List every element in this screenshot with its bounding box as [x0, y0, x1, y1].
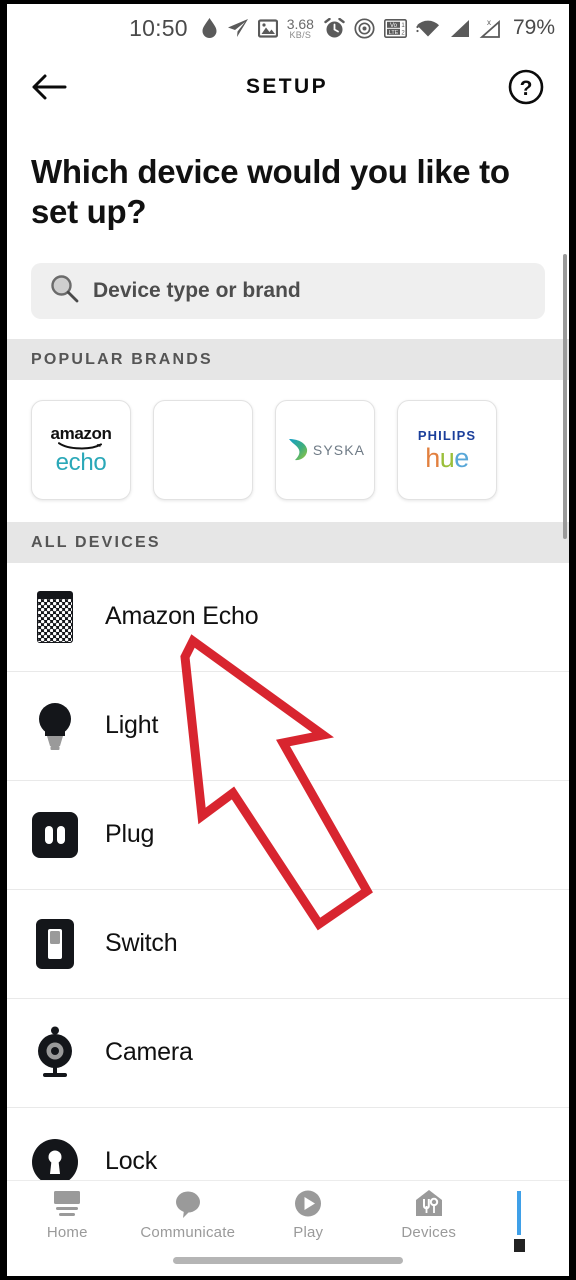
app-header: SETUP ? [7, 52, 569, 122]
brand-card-philips-hue[interactable]: PHILIPS hue [397, 399, 497, 500]
device-list: Amazon Echo Light Plug Switch Camera Loc… [7, 562, 569, 1217]
headline-text: Which device would you like to set up? [31, 153, 510, 231]
svg-text:LTE: LTE [389, 29, 399, 35]
vertical-scrollbar[interactable] [563, 254, 567, 539]
blue-cursor-line [517, 1191, 521, 1235]
speech-bubble-icon [175, 1191, 200, 1218]
hue-wordmark: hue [425, 442, 469, 473]
device-row-switch[interactable]: Switch [7, 890, 569, 999]
all-devices-header: ALL DEVICES [7, 521, 569, 563]
wall-switch-icon [31, 918, 79, 970]
volte-icon: Vo LTE 1 2 [383, 18, 407, 38]
battery-percentage: 79% [512, 16, 555, 39]
nav-item-play[interactable]: Play [248, 1189, 369, 1241]
echo-speaker-icon [31, 590, 79, 643]
brand-card-syska[interactable]: SYSKA [275, 399, 375, 500]
device-row-light[interactable]: Light [7, 672, 569, 781]
nav-item-communicate[interactable]: Communicate [128, 1189, 249, 1241]
status-bar: 10:50 3.68 KB/S Vo LTE 1 2 x 79% [7, 4, 569, 52]
home-icon [54, 1191, 81, 1216]
nav-label: Home [46, 1224, 88, 1241]
telegram-send-icon [227, 18, 249, 38]
nav-label: Communicate [140, 1224, 236, 1241]
bottom-navigation: Home Communicate Play Devices [7, 1180, 569, 1276]
data-speed-indicator: 3.68 KB/S [287, 17, 314, 40]
image-icon [257, 18, 278, 38]
svg-text:Vo: Vo [390, 22, 398, 28]
light-bulb-icon [31, 700, 79, 752]
device-label: Lock [105, 1147, 158, 1175]
popular-brands-header: POPULAR BRANDS [7, 338, 569, 380]
help-question-icon[interactable]: ? [507, 68, 545, 106]
phone-screen: 10:50 3.68 KB/S Vo LTE 1 2 x 79% SETUP ?… [0, 0, 576, 1280]
search-magnifier-icon [49, 273, 79, 308]
camera-icon [31, 1026, 79, 1079]
alarm-clock-icon [324, 17, 345, 39]
small-badge-indicator [514, 1239, 525, 1252]
svg-text:x: x [487, 18, 491, 27]
svg-text:2: 2 [401, 30, 405, 36]
hotspot-icon [354, 17, 375, 39]
page-title: SETUP [245, 75, 328, 98]
popular-brands-row: amazon echo SYSKA PHILIPS hue [7, 379, 569, 522]
nav-label: Play [293, 1224, 324, 1241]
gesture-home-bar[interactable] [173, 1257, 403, 1264]
nav-item-home[interactable]: Home [7, 1189, 128, 1241]
search-section: Device type or brand [7, 237, 569, 339]
devices-house-icon [415, 1190, 442, 1216]
nav-item-devices[interactable]: Devices [369, 1189, 490, 1241]
data-speed-unit: KB/S [289, 29, 312, 40]
device-row-camera[interactable]: Camera [7, 999, 569, 1108]
syska-logo-icon [288, 438, 308, 460]
echo-wordmark: echo [55, 448, 107, 476]
water-drop-icon [201, 17, 218, 39]
device-row-plug[interactable]: Plug [7, 781, 569, 890]
philips-wordmark: PHILIPS [417, 427, 477, 443]
play-circle-icon [295, 1190, 322, 1217]
device-label: Amazon Echo [105, 602, 259, 630]
device-label: Plug [105, 820, 155, 848]
wifi-icon [416, 19, 440, 38]
back-arrow-icon[interactable] [31, 72, 67, 102]
signal-no-service-icon: x [479, 18, 502, 39]
plug-outlet-icon [31, 809, 79, 861]
syska-wordmark: SYSKA [312, 441, 366, 458]
nav-label: Devices [401, 1224, 457, 1241]
amazon-wordmark: amazon [50, 423, 112, 443]
device-label: Camera [105, 1038, 193, 1066]
search-placeholder-text: Device type or brand [93, 278, 301, 302]
signal-bars-icon [449, 19, 470, 38]
status-time: 10:50 [129, 14, 188, 41]
brand-card-amazon-echo[interactable]: amazon echo [31, 399, 131, 500]
device-row-amazon-echo[interactable]: Amazon Echo [7, 563, 569, 672]
device-label: Switch [105, 929, 178, 957]
search-input[interactable]: Device type or brand [31, 262, 545, 319]
device-label: Light [105, 711, 159, 739]
brand-card-blank[interactable] [153, 399, 253, 500]
svg-text:?: ? [520, 77, 533, 100]
data-speed-value: 3.68 [286, 15, 314, 32]
svg-text:1: 1 [401, 23, 405, 29]
